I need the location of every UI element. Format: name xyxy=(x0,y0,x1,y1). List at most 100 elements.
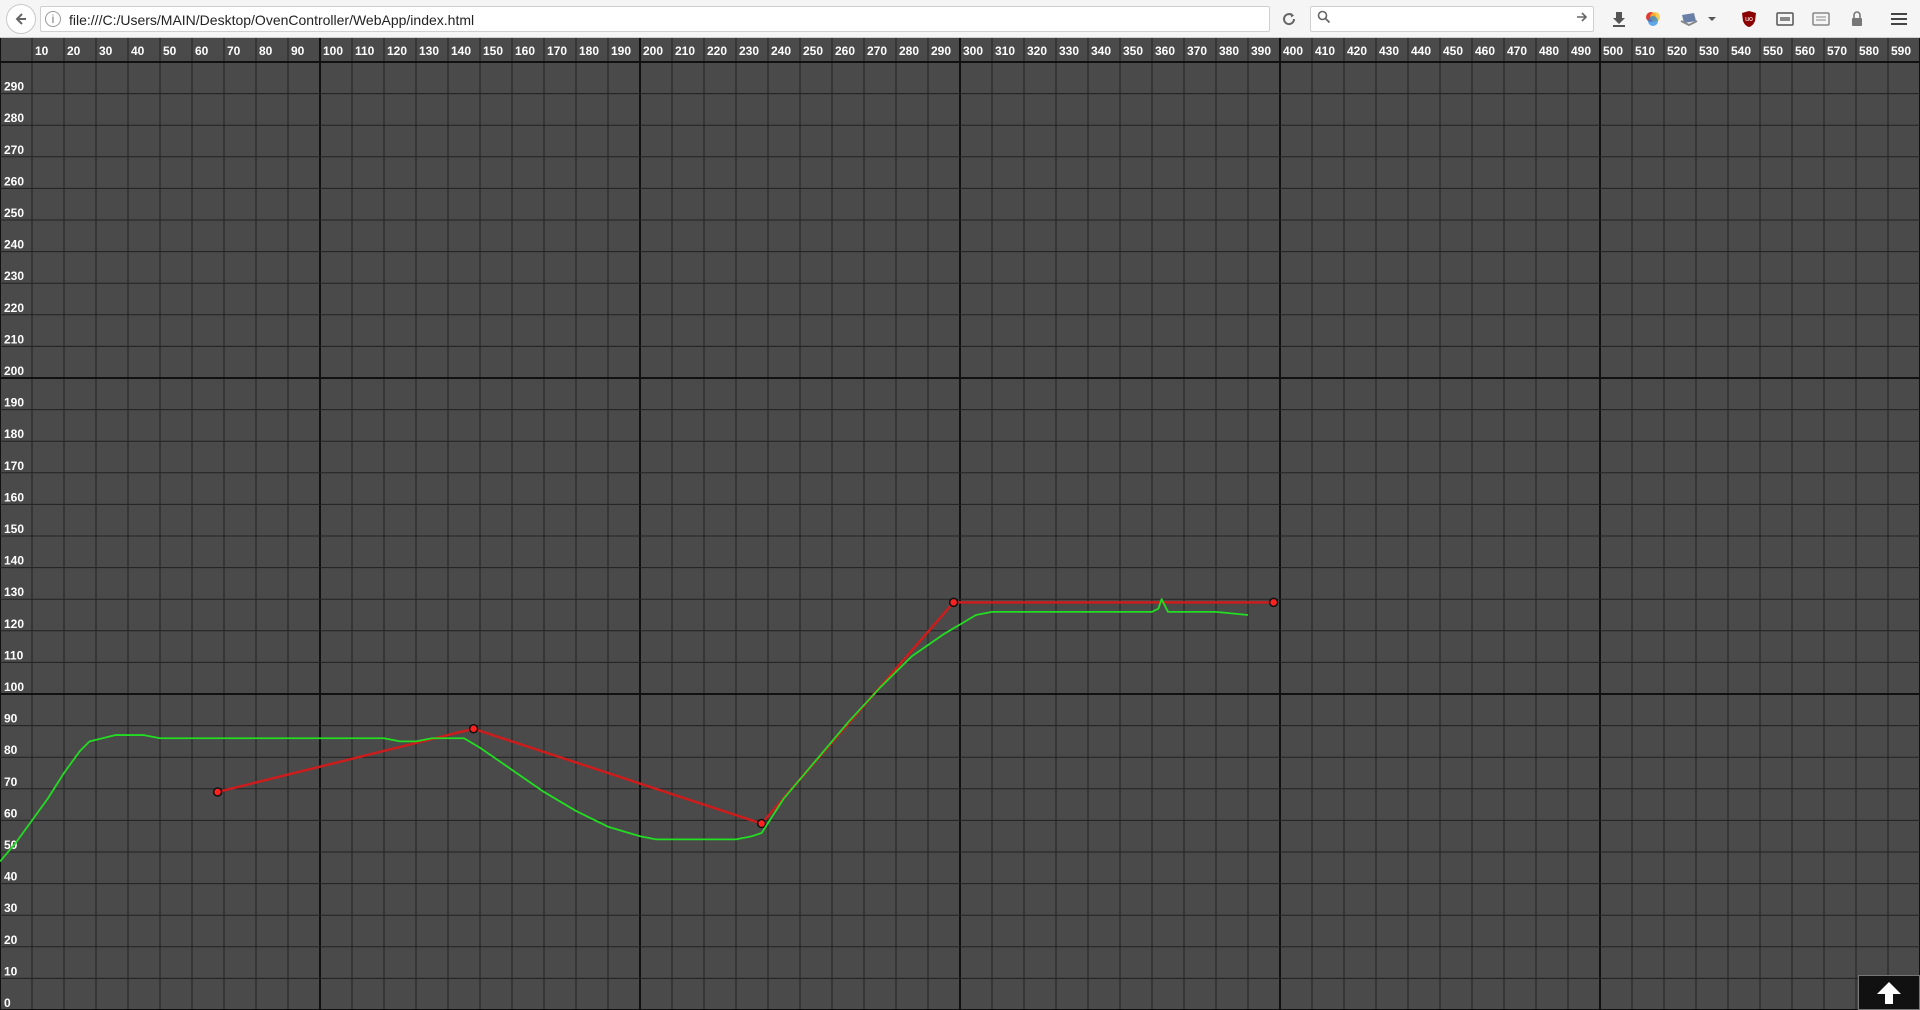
x-tick-label: 250 xyxy=(803,44,823,58)
x-tick-label: 400 xyxy=(1283,44,1303,58)
x-tick-label: 590 xyxy=(1891,44,1911,58)
x-tick-label: 260 xyxy=(835,44,855,58)
x-tick-label: 390 xyxy=(1251,44,1271,58)
y-tick-label: 130 xyxy=(4,585,24,599)
x-tick-label: 80 xyxy=(259,44,273,58)
chart-canvas: 10 20 30 40 50 60 70 80 90 100 110 120 130 140 150 160 1… xyxy=(0,38,1920,1010)
browser-toolbar: i file:///C:/Users/MAIN/Desktop/OvenCont… xyxy=(0,0,1920,38)
y-tick-label: 60 xyxy=(4,806,18,820)
x-tick-label: 370 xyxy=(1187,44,1207,58)
setpoint-marker[interactable] xyxy=(948,597,959,608)
y-tick-label: 150 xyxy=(4,522,24,536)
x-tick-label: 220 xyxy=(707,44,727,58)
setpoint-marker[interactable] xyxy=(468,724,479,734)
extension-icon[interactable] xyxy=(1810,8,1832,30)
y-tick-label: 270 xyxy=(4,143,24,157)
x-tick-label: 190 xyxy=(611,44,631,58)
search-icon xyxy=(1317,10,1331,27)
x-tick-label: 540 xyxy=(1731,44,1751,58)
x-tick-label: 310 xyxy=(995,44,1015,58)
setpoint-marker[interactable] xyxy=(1268,597,1279,608)
x-tick-label: 340 xyxy=(1091,44,1111,58)
x-tick-label: 480 xyxy=(1539,44,1559,58)
y-tick-label: 200 xyxy=(4,364,24,378)
ublock-icon[interactable]: uo xyxy=(1738,8,1760,30)
download-icon[interactable] xyxy=(1608,8,1630,30)
search-input[interactable] xyxy=(1310,6,1594,32)
url-text[interactable]: file:///C:/Users/MAIN/Desktop/OvenContro… xyxy=(69,12,474,28)
x-tick-label: 50 xyxy=(163,44,177,58)
y-tick-label: 80 xyxy=(4,743,18,757)
x-tick-label: 170 xyxy=(547,44,567,58)
url-bar[interactable]: i file:///C:/Users/MAIN/Desktop/OvenCont… xyxy=(40,6,1270,32)
x-tick-label: 140 xyxy=(451,44,471,58)
y-tick-label: 20 xyxy=(4,933,18,947)
y-tick-label: 90 xyxy=(4,712,18,726)
x-tick-label: 450 xyxy=(1443,44,1463,58)
x-tick-label: 560 xyxy=(1795,44,1815,58)
x-tick-label: 430 xyxy=(1379,44,1399,58)
x-tick-label: 40 xyxy=(131,44,145,58)
y-tick-label: 0 xyxy=(4,996,11,1010)
x-tick-label: 280 xyxy=(899,44,919,58)
color-extension-icon[interactable] xyxy=(1642,8,1664,30)
y-tick-label: 230 xyxy=(4,269,24,283)
y-tick-label: 250 xyxy=(4,206,24,220)
lock-icon[interactable] xyxy=(1846,8,1868,30)
x-tick-label: 270 xyxy=(867,44,887,58)
x-tick-label: 500 xyxy=(1603,44,1623,58)
x-tick-label: 210 xyxy=(675,44,695,58)
y-tick-label: 110 xyxy=(4,648,24,662)
y-tick-label: 260 xyxy=(4,174,24,188)
reload-icon[interactable] xyxy=(1276,6,1302,32)
setpoint-marker[interactable] xyxy=(756,818,767,829)
dropdown-icon[interactable] xyxy=(1706,8,1718,30)
svg-text:uo: uo xyxy=(1745,16,1753,23)
setpoint-marker[interactable] xyxy=(212,787,223,797)
x-tick-label: 350 xyxy=(1123,44,1143,58)
x-tick-label: 200 xyxy=(643,44,663,58)
back-arrow-icon[interactable] xyxy=(6,4,36,34)
x-tick-label: 570 xyxy=(1827,44,1847,58)
x-tick-label: 530 xyxy=(1699,44,1719,58)
arrow-right-icon[interactable] xyxy=(1575,10,1589,27)
y-tick-label: 280 xyxy=(4,111,24,125)
y-tick-label: 190 xyxy=(4,396,24,410)
hamburger-menu-icon[interactable] xyxy=(1888,8,1910,30)
pocket-icon[interactable] xyxy=(1678,8,1700,30)
x-tick-label: 110 xyxy=(355,44,375,58)
x-tick-label: 240 xyxy=(771,44,791,58)
x-tick-label: 550 xyxy=(1763,44,1783,58)
x-tick-label: 510 xyxy=(1635,44,1655,58)
scroll-to-top-button[interactable] xyxy=(1858,975,1920,1010)
x-tick-label: 520 xyxy=(1667,44,1687,58)
y-tick-label: 140 xyxy=(4,554,24,568)
x-tick-label: 290 xyxy=(931,44,951,58)
extension-icon[interactable] xyxy=(1774,8,1796,30)
y-tick-label: 210 xyxy=(4,332,24,346)
y-tick-label: 170 xyxy=(4,459,24,473)
x-tick-label: 440 xyxy=(1411,44,1431,58)
y-tick-label: 100 xyxy=(4,680,24,694)
x-tick-label: 300 xyxy=(963,44,983,58)
temperature-chart: 10 20 30 40 50 60 70 80 90 100 110 120 130 140 150 160 1… xyxy=(0,38,1920,1010)
x-tick-label: 470 xyxy=(1507,44,1527,58)
x-tick-label: 330 xyxy=(1059,44,1079,58)
x-tick-label: 380 xyxy=(1219,44,1239,58)
x-tick-label: 10 xyxy=(35,44,49,58)
x-tick-label: 130 xyxy=(419,44,439,58)
x-tick-label: 20 xyxy=(67,44,81,58)
x-tick-label: 90 xyxy=(291,44,305,58)
y-tick-label: 40 xyxy=(4,870,18,884)
x-tick-label: 230 xyxy=(739,44,759,58)
y-tick-label: 10 xyxy=(4,964,18,978)
x-tick-label: 160 xyxy=(515,44,535,58)
y-tick-label: 120 xyxy=(4,617,24,631)
x-tick-label: 100 xyxy=(323,44,343,58)
x-tick-label: 30 xyxy=(99,44,113,58)
y-tick-label: 220 xyxy=(4,301,24,315)
x-tick-label: 490 xyxy=(1571,44,1591,58)
info-icon[interactable]: i xyxy=(45,11,61,27)
x-tick-label: 120 xyxy=(387,44,407,58)
y-tick-label: 70 xyxy=(4,775,18,789)
